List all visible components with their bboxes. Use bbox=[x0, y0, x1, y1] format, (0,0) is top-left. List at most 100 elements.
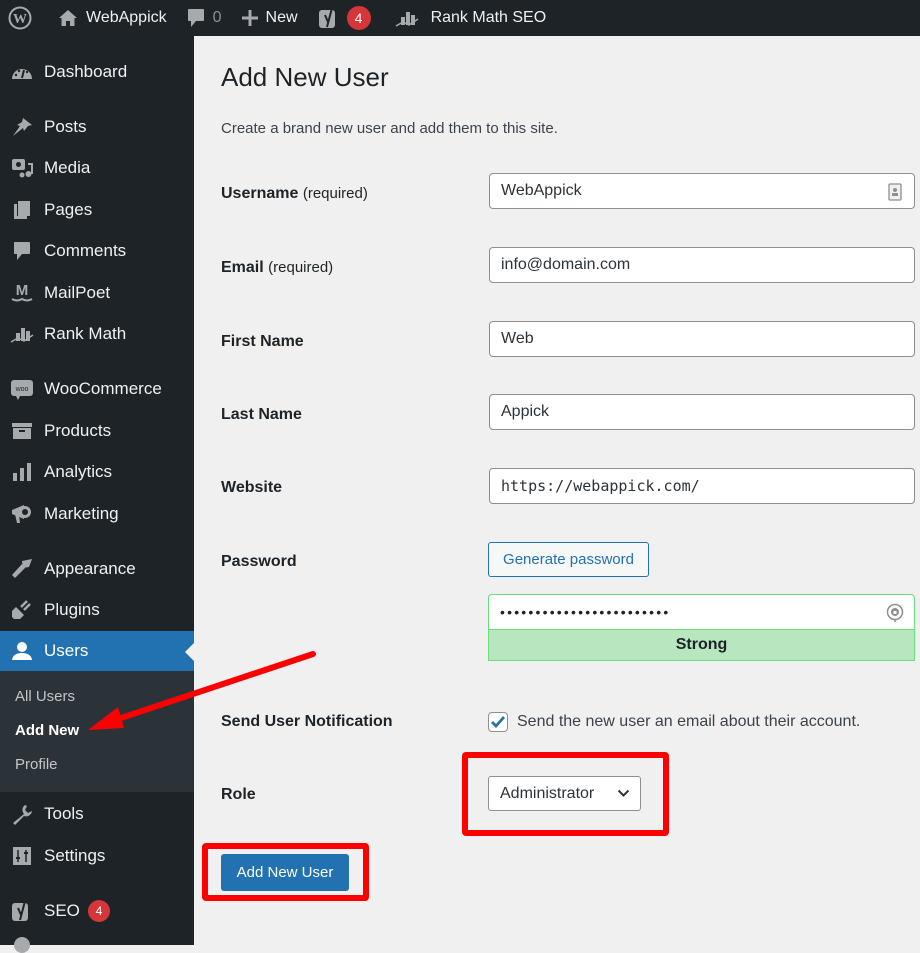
page-title: Add New User bbox=[221, 62, 389, 92]
submenu-add-new[interactable]: Add New bbox=[15, 722, 79, 739]
username-input[interactable]: WebAppick bbox=[489, 173, 915, 209]
sidebar-item-woocommerce[interactable]: woo WooCommerce bbox=[0, 369, 194, 409]
plug-icon bbox=[0, 599, 44, 621]
comments-link[interactable]: 0 bbox=[179, 0, 230, 36]
email-label: Email (required) bbox=[221, 259, 333, 277]
sidebar-label: Tools bbox=[44, 804, 84, 823]
sliders-icon bbox=[0, 846, 44, 866]
pin-icon bbox=[0, 117, 44, 137]
password-manager-icon bbox=[886, 603, 904, 622]
new-content-link[interactable]: New bbox=[234, 0, 306, 36]
page-description: Create a brand new user and add them to … bbox=[221, 120, 558, 137]
sidebar-label: Dashboard bbox=[44, 62, 128, 81]
sidebar-label: MailPoet bbox=[44, 283, 111, 302]
website-input[interactable]: https://webappick.com/ bbox=[489, 468, 915, 504]
sidebar-label: Marketing bbox=[44, 504, 119, 523]
password-input[interactable]: •••••••••••••••••••••••• bbox=[488, 594, 915, 630]
sidebar-item-analytics[interactable]: Analytics bbox=[0, 452, 194, 492]
sidebar-label: Settings bbox=[44, 846, 106, 865]
yoast-notification-badge: 4 bbox=[346, 6, 371, 30]
password-masked-value: •••••••••••••••••••••••• bbox=[500, 604, 671, 620]
svg-text:M: M bbox=[16, 282, 29, 299]
new-label: New bbox=[265, 9, 298, 26]
sidebar-item-mailpoet[interactable]: M MailPoet bbox=[0, 273, 194, 313]
rank-math-icon bbox=[0, 325, 44, 343]
contact-card-icon bbox=[888, 183, 902, 201]
sidebar-item-plugins[interactable]: Plugins bbox=[0, 590, 194, 630]
megaphone-icon bbox=[0, 503, 44, 525]
first-name-value: Web bbox=[501, 330, 534, 347]
sidebar-item-media[interactable]: Media bbox=[0, 148, 194, 188]
send-notification-label: Send User Notification bbox=[221, 713, 393, 730]
email-input[interactable]: info@domain.com bbox=[489, 247, 915, 283]
email-label-text: Email bbox=[221, 259, 264, 276]
sidebar-label: Analytics bbox=[44, 462, 113, 481]
site-name-link[interactable]: WebAppick bbox=[50, 0, 175, 36]
sidebar-item-seo[interactable]: SEO 4 bbox=[0, 891, 194, 931]
pages-icon bbox=[0, 200, 44, 220]
website-label: Website bbox=[221, 479, 283, 496]
website-value: https://webappick.com/ bbox=[501, 477, 700, 495]
last-name-label: Last Name bbox=[221, 406, 302, 423]
sidebar-item-pages[interactable]: Pages bbox=[0, 190, 194, 230]
bar-chart-icon bbox=[0, 462, 44, 482]
sidebar-item-dashboard[interactable]: Dashboard bbox=[0, 52, 194, 92]
sidebar-label: WooCommerce bbox=[44, 379, 162, 398]
brush-icon bbox=[0, 558, 44, 580]
yoast-seo-link[interactable]: 4 bbox=[310, 0, 379, 36]
first-name-input[interactable]: Web bbox=[489, 321, 915, 357]
send-notification-checkbox[interactable] bbox=[488, 712, 508, 732]
required-marker: (required) bbox=[302, 185, 368, 202]
sidebar-item-users[interactable]: Users bbox=[0, 631, 194, 671]
submenu-all-users[interactable]: All Users bbox=[15, 688, 75, 705]
submit-highlight-box bbox=[202, 843, 369, 901]
media-icon bbox=[0, 158, 44, 178]
sidebar-item-rank-math[interactable]: Rank Math bbox=[0, 314, 194, 354]
username-label-text: Username bbox=[221, 185, 299, 202]
send-notification-row: Send the new user an email about their a… bbox=[488, 712, 860, 732]
sidebar-item-marketing[interactable]: Marketing bbox=[0, 494, 194, 534]
sidebar-item-posts[interactable]: Posts bbox=[0, 107, 194, 147]
rank-math-link[interactable]: Rank Math SEO bbox=[387, 0, 555, 36]
sidebar-item-settings[interactable]: Settings bbox=[0, 836, 194, 876]
sidebar-label: Posts bbox=[44, 117, 87, 136]
first-name-label: First Name bbox=[221, 333, 304, 350]
seo-notification-badge: 4 bbox=[87, 900, 110, 922]
admin-sidebar: Dashboard Posts Media Pages Comments M M… bbox=[0, 36, 194, 953]
send-notification-text: Send the new user an email about their a… bbox=[517, 713, 861, 730]
email-value: info@domain.com bbox=[501, 256, 631, 273]
password-strength-meter: Strong bbox=[488, 630, 915, 661]
generate-password-button[interactable]: Generate password bbox=[488, 542, 649, 577]
password-field-group: •••••••••••••••••••••••• Strong bbox=[488, 594, 915, 661]
sidebar-label: Plugins bbox=[44, 600, 100, 619]
required-marker: (required) bbox=[268, 259, 334, 276]
collapsed-menu-icon[interactable] bbox=[14, 937, 30, 953]
submenu-profile[interactable]: Profile bbox=[15, 756, 58, 773]
mailpoet-icon: M bbox=[0, 281, 44, 305]
sidebar-label: Media bbox=[44, 158, 91, 177]
sidebar-label: Appearance bbox=[44, 559, 136, 578]
wordpress-logo-button[interactable]: W bbox=[0, 0, 40, 36]
role-label: Role bbox=[221, 786, 256, 803]
sidebar-item-products[interactable]: Products bbox=[0, 411, 194, 451]
checkmark-icon bbox=[491, 716, 506, 729]
sidebar-item-comments[interactable]: Comments bbox=[0, 231, 194, 271]
svg-text:woo: woo bbox=[15, 386, 29, 393]
sidebar-label: SEO bbox=[44, 901, 80, 920]
dashboard-icon bbox=[0, 63, 44, 81]
yoast-icon bbox=[318, 7, 335, 28]
wrench-icon bbox=[0, 803, 44, 825]
last-name-value: Appick bbox=[501, 403, 550, 420]
sidebar-label: Products bbox=[44, 421, 112, 440]
home-icon bbox=[59, 10, 77, 26]
last-name-input[interactable]: Appick bbox=[489, 394, 915, 430]
admin-bar: W WebAppick 0 New 4 Rank Math SEO bbox=[0, 0, 920, 36]
sidebar-label: Users bbox=[44, 641, 89, 660]
role-highlight-box bbox=[462, 752, 669, 836]
rank-math-label: Rank Math SEO bbox=[430, 9, 547, 26]
comments-count: 0 bbox=[212, 9, 222, 26]
sidebar-item-appearance[interactable]: Appearance bbox=[0, 549, 194, 589]
sidebar-label: Pages bbox=[44, 200, 93, 219]
woo-icon: woo bbox=[0, 377, 44, 401]
sidebar-item-tools[interactable]: Tools bbox=[0, 794, 194, 834]
